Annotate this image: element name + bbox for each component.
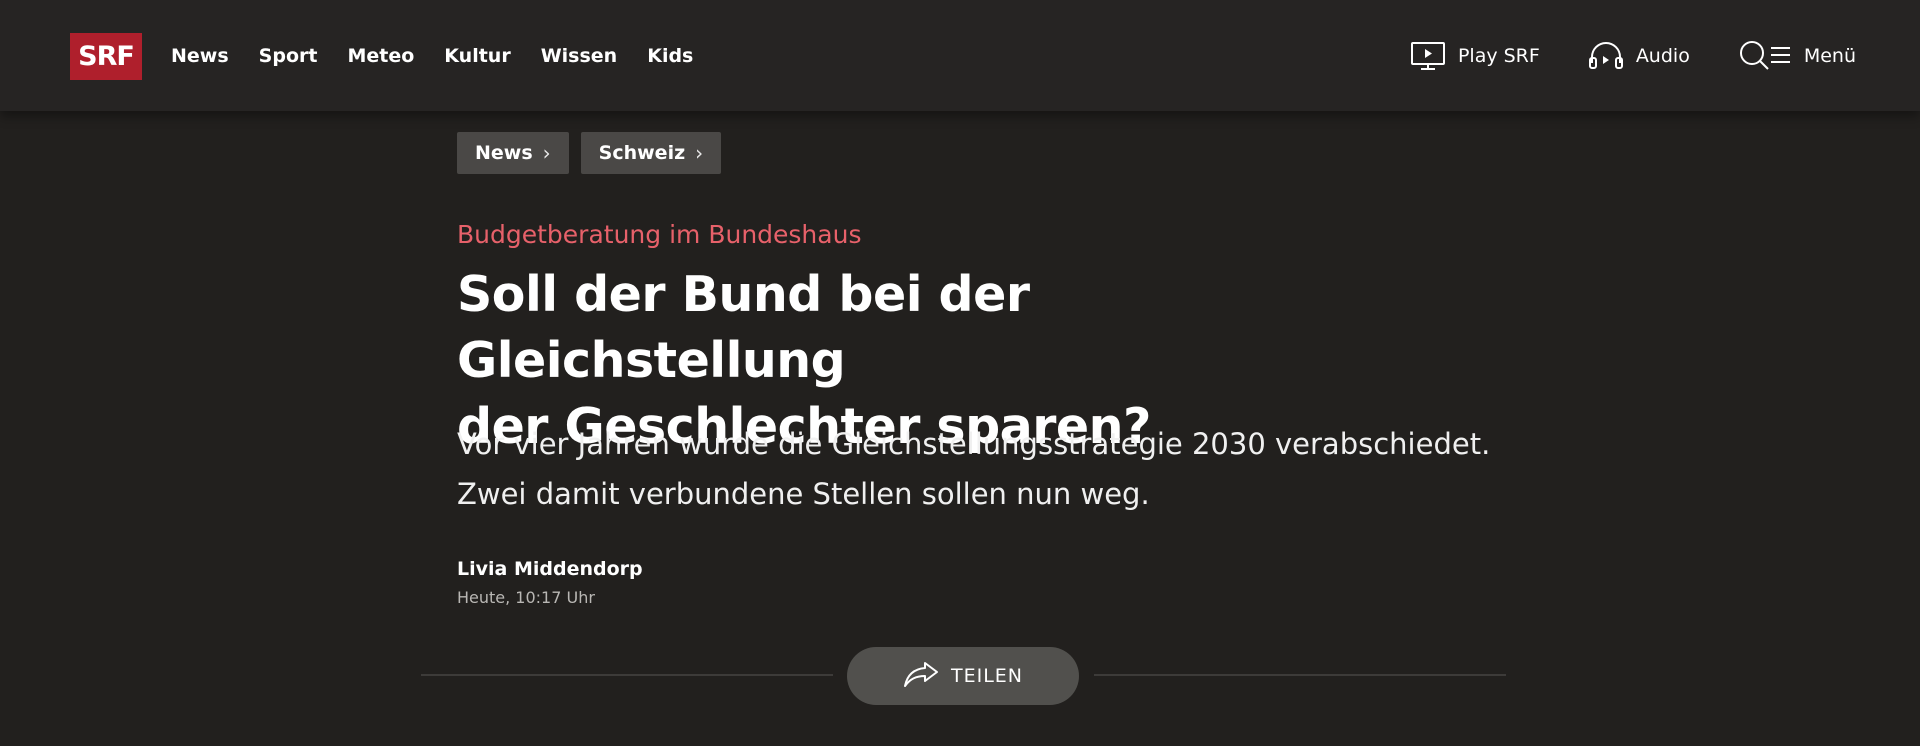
audio-label: Audio: [1635, 44, 1690, 67]
srf-logo[interactable]: SRF: [70, 33, 142, 80]
chevron-right-icon: ›: [695, 141, 704, 165]
nav-item-meteo[interactable]: Meteo: [347, 45, 414, 67]
share-arrow-icon: [903, 660, 939, 693]
article-title-line-1: Soll der Bund bei der Gleichstellung: [457, 266, 1030, 389]
breadcrumb-item-schweiz[interactable]: Schweiz ›: [580, 132, 722, 174]
article-kicker: Budgetberatung im Bundeshaus: [457, 220, 862, 249]
play-srf-link[interactable]: Play SRF: [1410, 41, 1540, 71]
audio-link[interactable]: Audio: [1588, 41, 1690, 71]
share-button[interactable]: TEILEN: [847, 647, 1079, 705]
share-label: TEILEN: [950, 665, 1024, 687]
site-header: SRF News Sport Meteo Kultur Wissen Kids …: [0, 0, 1920, 111]
article-date: Heute, 10:17 Uhr: [457, 588, 595, 607]
nav-item-kultur[interactable]: Kultur: [444, 45, 510, 67]
article-lead: Vor vier Jahren wurde die Gleichstellung…: [457, 419, 1557, 519]
nav-item-news[interactable]: News: [171, 45, 229, 67]
article-lead-line-2: Zwei damit verbundene Stellen sollen nun…: [457, 477, 1150, 511]
chevron-right-icon: ›: [542, 141, 551, 165]
breadcrumb-label: News: [475, 142, 533, 164]
headphones-icon: [1588, 41, 1624, 71]
share-divider-left: [421, 674, 833, 676]
share-divider-right: [1094, 674, 1506, 676]
nav-item-wissen[interactable]: Wissen: [541, 45, 618, 67]
breadcrumb-label: Schweiz: [598, 142, 686, 164]
search-menu-icon: [1738, 39, 1792, 73]
utility-nav: Play SRF Audio Menü: [1362, 0, 1856, 111]
breadcrumb: News › Schweiz ›: [457, 132, 722, 174]
menu-button[interactable]: Menü: [1738, 39, 1856, 73]
article-lead-line-1: Vor vier Jahren wurde die Gleichstellung…: [457, 427, 1491, 461]
article-author: Livia Middendorp: [457, 558, 643, 580]
play-tv-icon: [1410, 41, 1446, 71]
play-srf-label: Play SRF: [1457, 44, 1540, 67]
main-nav: News Sport Meteo Kultur Wissen Kids: [171, 0, 693, 111]
nav-item-kids[interactable]: Kids: [647, 45, 693, 67]
breadcrumb-item-news[interactable]: News ›: [457, 132, 569, 174]
menu-label: Menü: [1803, 44, 1856, 67]
nav-item-sport[interactable]: Sport: [259, 45, 318, 67]
